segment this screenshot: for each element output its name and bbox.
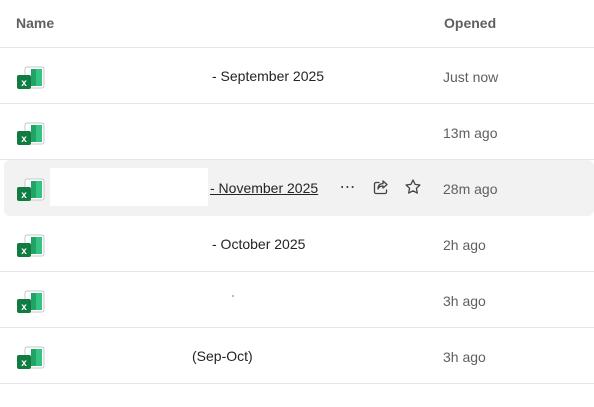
file-row[interactable]: x 13m ago (0, 104, 594, 160)
file-row[interactable]: x - October 2025 2h ago (0, 216, 594, 272)
file-name[interactable]: (Sep-Oct) (192, 348, 253, 364)
excel-icon: x (16, 290, 46, 316)
svg-text:x: x (21, 190, 27, 201)
svg-text:x: x (21, 302, 27, 313)
excel-icon: x (16, 346, 46, 372)
svg-text:x: x (21, 134, 27, 145)
file-name[interactable]: - October 2025 (212, 236, 305, 252)
file-row[interactable]: x (Sep-Oct) 3h ago (0, 328, 594, 384)
file-row[interactable]: x - September 2025 Just now (0, 48, 594, 104)
opened-time: Just now (443, 69, 499, 85)
stray-mark (232, 295, 234, 297)
svg-text:x: x (21, 78, 27, 89)
file-list-header: Name Opened (0, 0, 594, 48)
opened-time: 28m ago (443, 181, 498, 197)
file-row-hovered[interactable]: x - November 2025 ⋯ 28m ago (4, 160, 594, 216)
redacted-area (50, 168, 208, 206)
file-row[interactable]: x 3h ago (0, 272, 594, 328)
excel-icon: x (16, 122, 46, 148)
name-column-header[interactable]: Name (16, 15, 54, 31)
more-horizontal-icon[interactable]: ⋯ (337, 176, 359, 198)
star-outline-icon[interactable] (402, 176, 424, 198)
file-name[interactable]: - September 2025 (212, 68, 324, 84)
opened-time: 3h ago (443, 293, 486, 309)
svg-text:x: x (21, 246, 27, 257)
opened-time: 2h ago (443, 237, 486, 253)
svg-text:x: x (21, 358, 27, 369)
opened-time: 3h ago (443, 349, 486, 365)
excel-icon: x (16, 178, 46, 204)
opened-time: 13m ago (443, 125, 498, 141)
excel-icon: x (16, 66, 46, 92)
opened-column-header[interactable]: Opened (444, 15, 496, 31)
excel-icon: x (16, 234, 46, 260)
file-name-link[interactable]: - November 2025 (210, 180, 318, 196)
share-icon[interactable] (370, 176, 392, 198)
